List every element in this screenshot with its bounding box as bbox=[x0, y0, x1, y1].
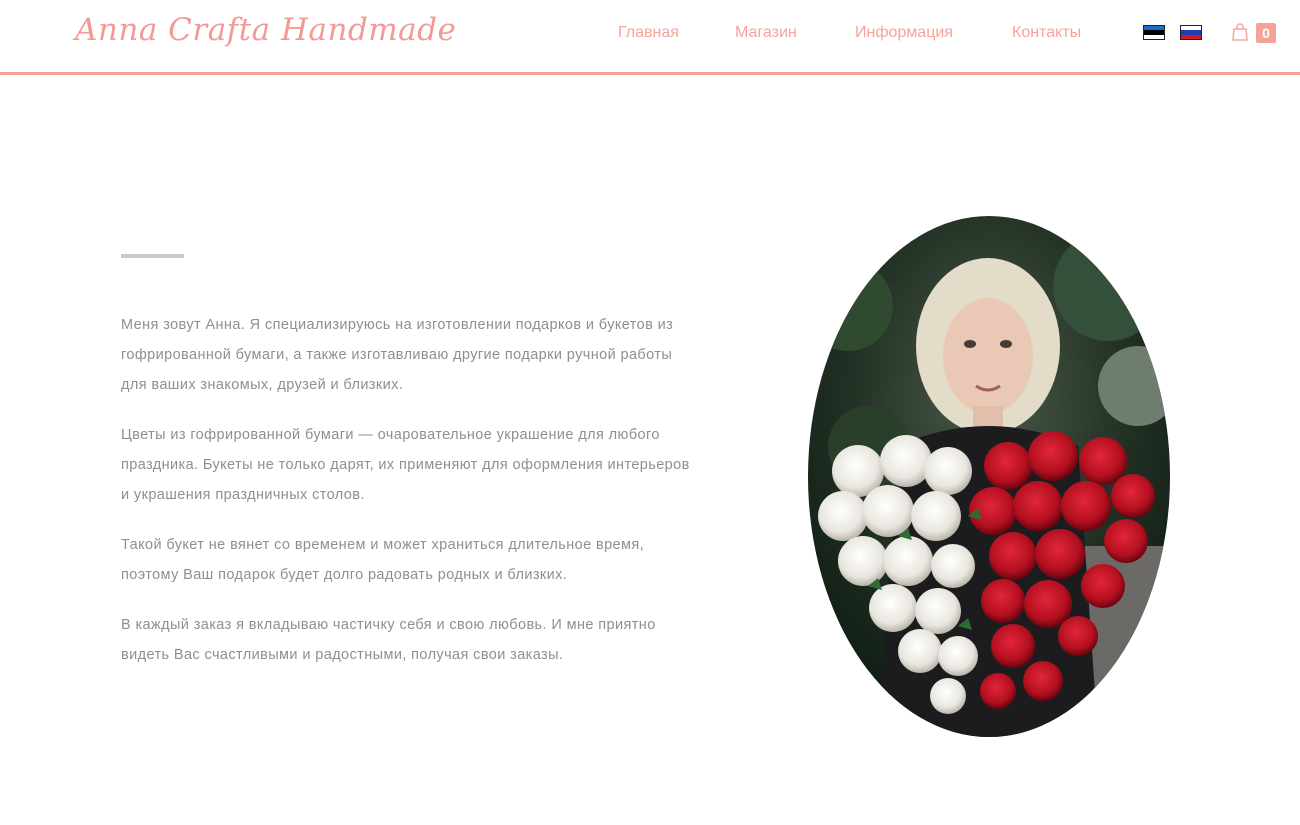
about-paragraph: В каждый заказ я вкладываю частичку себя… bbox=[121, 617, 656, 663]
about-paragraph: Цветы из гофрированной бумаги — очароват… bbox=[121, 427, 690, 503]
estonia-flag-icon[interactable] bbox=[1143, 25, 1165, 40]
portrait-photo bbox=[808, 216, 1170, 737]
site-header: Anna Crafta Handmade Главная Магазин Инф… bbox=[0, 0, 1300, 75]
nav-link-shop[interactable]: Магазин bbox=[735, 24, 797, 42]
cart-count-badge[interactable]: 0 bbox=[1256, 23, 1276, 43]
about-text: Меня зовут Анна. Я специализируюсь на из… bbox=[121, 310, 691, 690]
shopping-bag-icon[interactable] bbox=[1231, 22, 1249, 42]
about-paragraph: Меня зовут Анна. Я специализируюсь на из… bbox=[121, 317, 674, 393]
section-divider bbox=[121, 254, 184, 258]
nav-link-home[interactable]: Главная bbox=[618, 24, 679, 42]
nav-link-contacts[interactable]: Контакты bbox=[1012, 24, 1081, 42]
site-logo[interactable]: Anna Crafta Handmade bbox=[75, 12, 456, 48]
about-paragraph: Такой букет не вянет со временем и может… bbox=[121, 537, 645, 583]
russia-flag-icon[interactable] bbox=[1180, 25, 1202, 40]
nav-link-info[interactable]: Информация bbox=[855, 24, 953, 42]
portrait-illustration bbox=[808, 216, 1170, 737]
